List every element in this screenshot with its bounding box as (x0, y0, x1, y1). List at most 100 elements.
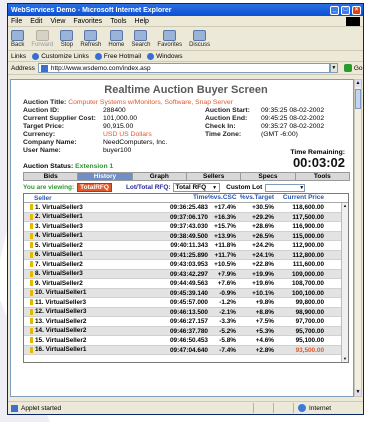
menu-file[interactable]: File (11, 18, 22, 25)
tab-sellers[interactable]: Sellers (185, 172, 242, 181)
row-number: 14. (35, 327, 44, 334)
table-row[interactable]: 14. VirtualSeller2 09:46:37.780 -5.2% +5.3%… (24, 326, 348, 336)
seller-cell: 12. VirtualSeller3 (24, 308, 158, 317)
refresh-button[interactable]: Refresh (80, 30, 101, 48)
ie-page-icon (32, 52, 40, 60)
col-seller[interactable]: Seller (24, 194, 158, 202)
custom-lot-select[interactable]: ▼ (265, 183, 306, 192)
favorites-button[interactable]: Favorites (157, 30, 182, 48)
address-input[interactable]: http://www.wsdemo.com/index.asp (37, 63, 330, 73)
col-time[interactable]: Time (158, 194, 208, 202)
table-row[interactable]: 7. VirtualSeller2 09:43:03.953 +10.5% +22.8… (24, 260, 348, 270)
back-label: Back (11, 42, 25, 48)
tab-graph[interactable]: Graph (131, 172, 187, 181)
table-row[interactable]: 4. VirtualSeller1 09:38:49.500 +13.9% +26.5… (24, 231, 348, 241)
refresh-icon (84, 30, 98, 41)
table-row[interactable]: 13. VirtualSeller2 09:46:27.157 -3.3% +7.5%… (24, 317, 348, 327)
home-button[interactable]: Home (108, 30, 124, 48)
table-row[interactable]: 15. VirtualSeller2 09:46:50.453 -5.8% +4.6%… (24, 336, 348, 346)
table-row[interactable]: 11. VirtualSeller3 09:45:57.000 -1.2% +9.8%… (24, 298, 348, 308)
menu-tools[interactable]: Tools (110, 18, 126, 25)
col-current-price[interactable]: Current Price (274, 194, 330, 202)
table-row[interactable]: 8. VirtualSeller3 09:43:42.297 +7.9% +19.9%… (24, 269, 348, 279)
table-row[interactable]: 6. VirtualSeller1 09:41:25.890 +11.7% +24.1… (24, 250, 348, 260)
auction-info: Auction Title: Computer Systems w/Monito… (23, 99, 349, 163)
checkin: 09:35:27 08-02-2002 (261, 123, 325, 130)
lot-select[interactable]: Total RFQ ▼ (172, 183, 221, 192)
discuss-label: Discuss (189, 42, 211, 48)
seller-marker-icon (30, 270, 33, 277)
scroll-down-icon[interactable]: ▼ (342, 356, 348, 362)
tab-bids[interactable]: Bids (23, 172, 79, 181)
close-button[interactable]: × (352, 5, 361, 15)
link-hotmail[interactable]: Free Hotmail (94, 52, 141, 60)
auction-id-label: Auction ID: (23, 107, 60, 114)
table-row[interactable]: 1. VirtualSeller3 09:36:25.483 +17.4% +30.5… (24, 203, 348, 213)
table-row[interactable]: 10. VirtualSeller1 09:45:39.140 -0.9% +10.1… (24, 288, 348, 298)
col-vs-csc[interactable]: %vs.CSC (208, 194, 237, 202)
window-title: WebServices Demo - Microsoft Internet Ex… (11, 6, 172, 14)
row-number: 3. (35, 222, 41, 230)
menu-favorites[interactable]: Favorites (73, 18, 102, 25)
bid-time: 09:44:49.563 (169, 280, 208, 287)
current-price: 95,100.00 (295, 337, 324, 344)
menu-view[interactable]: View (50, 18, 65, 25)
company-label: Company Name: (23, 139, 77, 146)
minimize-button[interactable]: _ (330, 5, 339, 15)
page-scroll-thumb[interactable] (355, 89, 361, 109)
lot-select-value: Total RFQ (175, 184, 207, 191)
tab-history[interactable]: History (77, 172, 133, 181)
menu-help[interactable]: Help (135, 18, 149, 25)
scroll-up-icon[interactable]: ▲ (342, 203, 348, 209)
maximize-button[interactable]: □ (341, 5, 350, 15)
bid-time: 09:37:43.030 (169, 223, 208, 230)
vs-csc: -1.2% (219, 299, 236, 306)
vs-target: +2.8% (255, 346, 274, 354)
tab-tools[interactable]: Tools (294, 172, 350, 181)
vs-target: +24.1% (252, 251, 274, 259)
bid-time: 09:46:13.500 (169, 308, 208, 316)
auction-id: 288400 (103, 107, 126, 114)
seller-marker-icon (30, 251, 33, 258)
bid-time: 09:46:27.157 (169, 318, 208, 325)
seller-name: VirtualSeller2 (45, 317, 87, 325)
link-windows[interactable]: Windows (147, 52, 182, 60)
seller-cell: 5. VirtualSeller2 (24, 241, 158, 250)
vs-csc: +13.9% (214, 232, 236, 240)
page-scroll-up-icon[interactable]: ▲ (355, 80, 361, 87)
status-text: Applet started (11, 404, 253, 412)
page-scrollbar[interactable]: ▲ ▼ (354, 79, 362, 397)
search-button[interactable]: Search (131, 30, 150, 48)
table-row[interactable]: 12. VirtualSeller3 09:46:13.500 -2.1% +8.8%… (24, 307, 348, 317)
address-dropdown-icon[interactable]: ▼ (329, 63, 338, 73)
link-customize[interactable]: Customize Links (32, 52, 89, 60)
discuss-button[interactable]: Discuss (189, 30, 210, 48)
page-scroll-down-icon[interactable]: ▼ (355, 389, 361, 396)
row-number: 5. (35, 241, 41, 249)
seller-name: VirtualSeller1 (45, 289, 87, 296)
go-button[interactable]: Go (343, 64, 363, 72)
current-price: 99,800.00 (295, 299, 324, 306)
table-row[interactable]: 2. VirtualSeller1 09:37:06.170 +16.3% +29.2… (24, 212, 348, 222)
table-row[interactable]: 9. VirtualSeller2 09:44:49.563 +7.6% +19.6%… (24, 279, 348, 289)
stop-button[interactable]: Stop (60, 30, 74, 48)
table-row[interactable]: 5. VirtualSeller2 09:40:11.343 +11.8% +24.2… (24, 241, 348, 251)
vs-csc: -0.9% (219, 289, 236, 297)
current-price: 118,600.00 (292, 204, 324, 211)
table-row[interactable]: 16. VirtualSeller1 09:47:04.640 -7.4% +2.8%… (24, 345, 348, 355)
seller-cell: 3. VirtualSeller3 (24, 222, 158, 231)
table-scrollbar[interactable]: ▲ ▼ (341, 203, 348, 362)
table-row[interactable]: 3. VirtualSeller3 09:37:43.030 +15.7% +28.6… (24, 222, 348, 232)
vs-csc: +16.3% (214, 213, 236, 221)
discuss-icon (193, 30, 207, 41)
row-number: 10. (35, 289, 44, 296)
back-button[interactable]: Back (11, 30, 24, 48)
forward-button[interactable]: Forward (31, 30, 53, 48)
menu-edit[interactable]: Edit (30, 18, 42, 25)
seller-name: VirtualSeller3 (42, 270, 83, 277)
vs-target: +4.6% (255, 337, 274, 344)
security-zone: Internet (293, 403, 363, 413)
vs-csc: -5.8% (219, 337, 236, 344)
tab-specs[interactable]: Specs (240, 172, 296, 181)
col-vs-target[interactable]: %vs.Target (236, 194, 274, 202)
